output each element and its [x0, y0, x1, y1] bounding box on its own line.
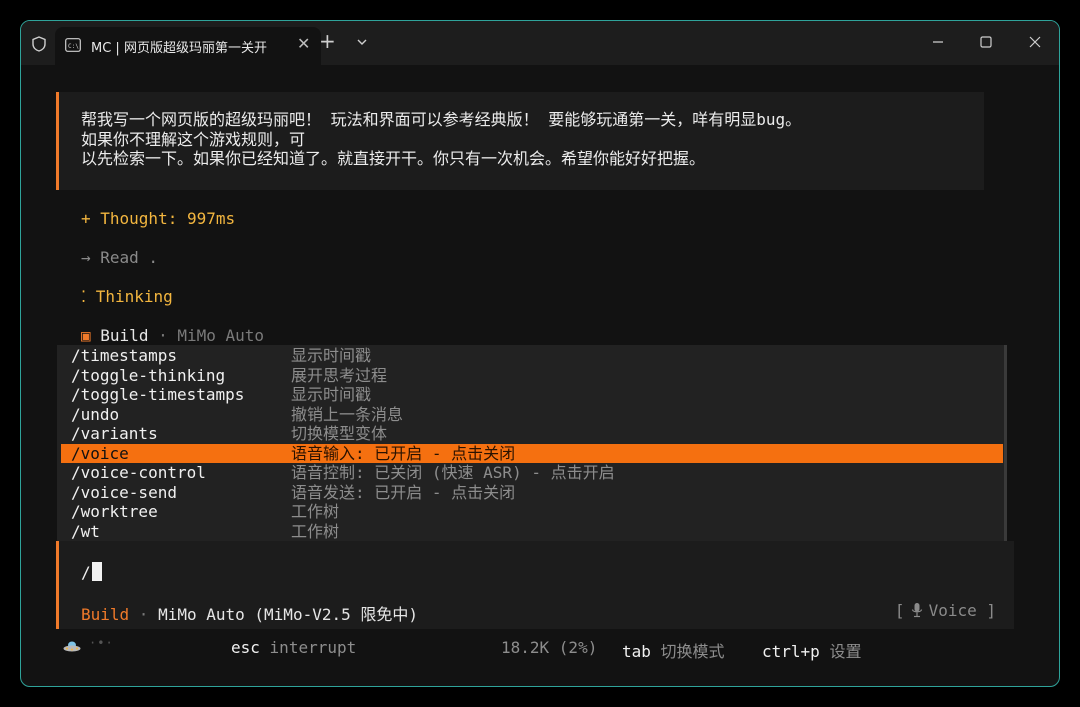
command-description: 工作树 — [291, 502, 340, 521]
tab-title: MC | 网页版超级玛丽第一关开 — [91, 41, 267, 56]
voice-toggle[interactable]: [ Voice ] — [895, 601, 996, 620]
command-name: /toggle-timestamps — [71, 385, 245, 404]
command-name: /worktree — [71, 502, 158, 521]
maximize-icon[interactable] — [977, 33, 995, 51]
command-name: /timestamps — [71, 346, 177, 365]
tab-key: tab — [622, 642, 651, 661]
command-description: 切换模型变体 — [291, 424, 388, 443]
command-item[interactable]: /worktree 工作树 — [61, 502, 1003, 522]
command-item[interactable]: /toggle-thinking 展开思考过程 — [61, 366, 1003, 386]
command-description: 工作树 — [291, 521, 340, 541]
tab-hint: tab 切换模式 — [622, 638, 725, 662]
command-name: /voice-send — [71, 482, 177, 502]
svg-text:C:\: C:\ — [68, 43, 79, 50]
command-description: 显示时间戳 — [291, 385, 372, 404]
command-name: /voice-control — [71, 463, 206, 482]
thinking-line[interactable]: ⁚ Thinking — [81, 287, 173, 306]
command-item[interactable]: /voice-send 语音发送: 已开启 - 点击关闭 — [61, 483, 1003, 503]
thought-line[interactable]: + Thought: 997ms — [81, 209, 235, 228]
model-label: MiMo Auto (MiMo-V2.5 限免中) — [158, 605, 419, 624]
mode-separator: · — [129, 605, 159, 624]
esc-key: esc — [231, 638, 260, 657]
build-status-line: ▣ Build · MiMo Auto — [81, 326, 264, 345]
title-bar: C:\ MC | 网页版超级玛丽第一关开 ✕ + — [21, 21, 1059, 65]
build-square-icon: ▣ — [81, 326, 91, 345]
settings-hint: ctrl+p 设置 — [762, 638, 861, 662]
command-description: 展开思考过程 — [291, 365, 388, 385]
command-name: /wt — [71, 521, 100, 541]
ufo-icon — [63, 641, 81, 652]
command-item[interactable]: /timestamps 显示时间戳 — [61, 346, 1003, 366]
user-prompt-text: 帮我写一个网页版的超级玛丽吧！ 玩法和界面可以参考经典版！ 要能够玩通第一关，咩… — [81, 110, 802, 168]
minimize-icon[interactable] — [929, 33, 947, 51]
microphone-icon — [911, 603, 922, 618]
command-name: /variants — [71, 424, 158, 443]
command-item[interactable]: /voice-control 语音控制: 已关闭 (快速 ASR) - 点击开启 — [61, 463, 1003, 483]
user-prompt-block: 帮我写一个网页版的超级玛丽吧！ 玩法和界面可以参考经典版！ 要能够玩通第一关，咩… — [56, 92, 984, 190]
chevron-down-icon[interactable] — [355, 35, 369, 49]
command-name: /voice — [71, 443, 129, 463]
loading-dots: ·•· — [89, 636, 114, 650]
chat-input-box[interactable]: / Build · MiMo Auto (MiMo-V2.5 限免中) [ Vo… — [56, 541, 1014, 629]
command-description: 语音输入: 已开启 - 点击关闭 — [291, 443, 516, 463]
chat-input-value: / — [81, 563, 91, 582]
tab-active[interactable]: C:\ MC | 网页版超级玛丽第一关开 ✕ — [55, 27, 321, 65]
esc-hint: esc interrupt — [231, 638, 356, 657]
ctrlp-key: ctrl+p — [762, 642, 820, 661]
command-item[interactable]: /toggle-timestamps 显示时间戳 — [61, 385, 1003, 405]
new-tab-button[interactable]: + — [319, 31, 336, 51]
ctrlp-action: 设置 — [829, 642, 862, 661]
tab-action: 切换模式 — [660, 642, 725, 661]
build-separator: · — [148, 326, 178, 345]
command-item[interactable]: /wt 工作树 — [61, 522, 1003, 542]
read-line: → Read . — [81, 248, 159, 267]
command-description: 显示时间戳 — [291, 346, 372, 365]
command-item[interactable]: /voice 语音输入: 已开启 - 点击关闭 — [61, 443, 1003, 463]
close-icon[interactable] — [1026, 33, 1044, 51]
command-item[interactable]: /undo 撤销上一条消息 — [61, 405, 1003, 425]
command-description: 语音控制: 已关闭 (快速 ASR) - 点击开启 — [291, 463, 615, 482]
chat-input[interactable]: / — [81, 562, 102, 582]
command-name: /undo — [71, 404, 120, 424]
command-item[interactable]: /variants 切换模型变体 — [61, 424, 1003, 444]
voice-label: Voice ] — [928, 601, 996, 620]
voice-bracket-open: [ — [894, 601, 905, 620]
terminal-icon: C:\ — [65, 38, 81, 52]
status-bar: ·•· esc interrupt 18.2K (2%) tab 切换模式 ct… — [21, 636, 1059, 662]
command-description: 语音发送: 已开启 - 点击关闭 — [291, 482, 516, 502]
mode-indicator[interactable]: Build · MiMo Auto (MiMo-V2.5 限免中) — [81, 601, 418, 625]
mode-label: Build — [81, 605, 130, 624]
esc-action: interrupt — [269, 638, 357, 657]
tab-close-icon[interactable]: ✕ — [297, 34, 310, 53]
popup-scrollbar[interactable] — [1004, 345, 1007, 541]
text-cursor — [91, 562, 102, 581]
command-autocomplete: /timestamps 显示时间戳/toggle-thinking 展开思考过程/t… — [57, 345, 1007, 541]
command-name: /toggle-thinking — [71, 365, 226, 385]
build-label: Build — [100, 326, 149, 345]
token-usage: 18.2K (2%) — [501, 638, 598, 657]
build-model: MiMo Auto — [177, 326, 265, 345]
terminal-window: C:\ MC | 网页版超级玛丽第一关开 ✕ + 帮我写一个网页版的超级玛丽吧！… — [20, 20, 1060, 687]
command-description: 撤销上一条消息 — [291, 404, 404, 424]
shield-icon[interactable] — [31, 36, 47, 52]
